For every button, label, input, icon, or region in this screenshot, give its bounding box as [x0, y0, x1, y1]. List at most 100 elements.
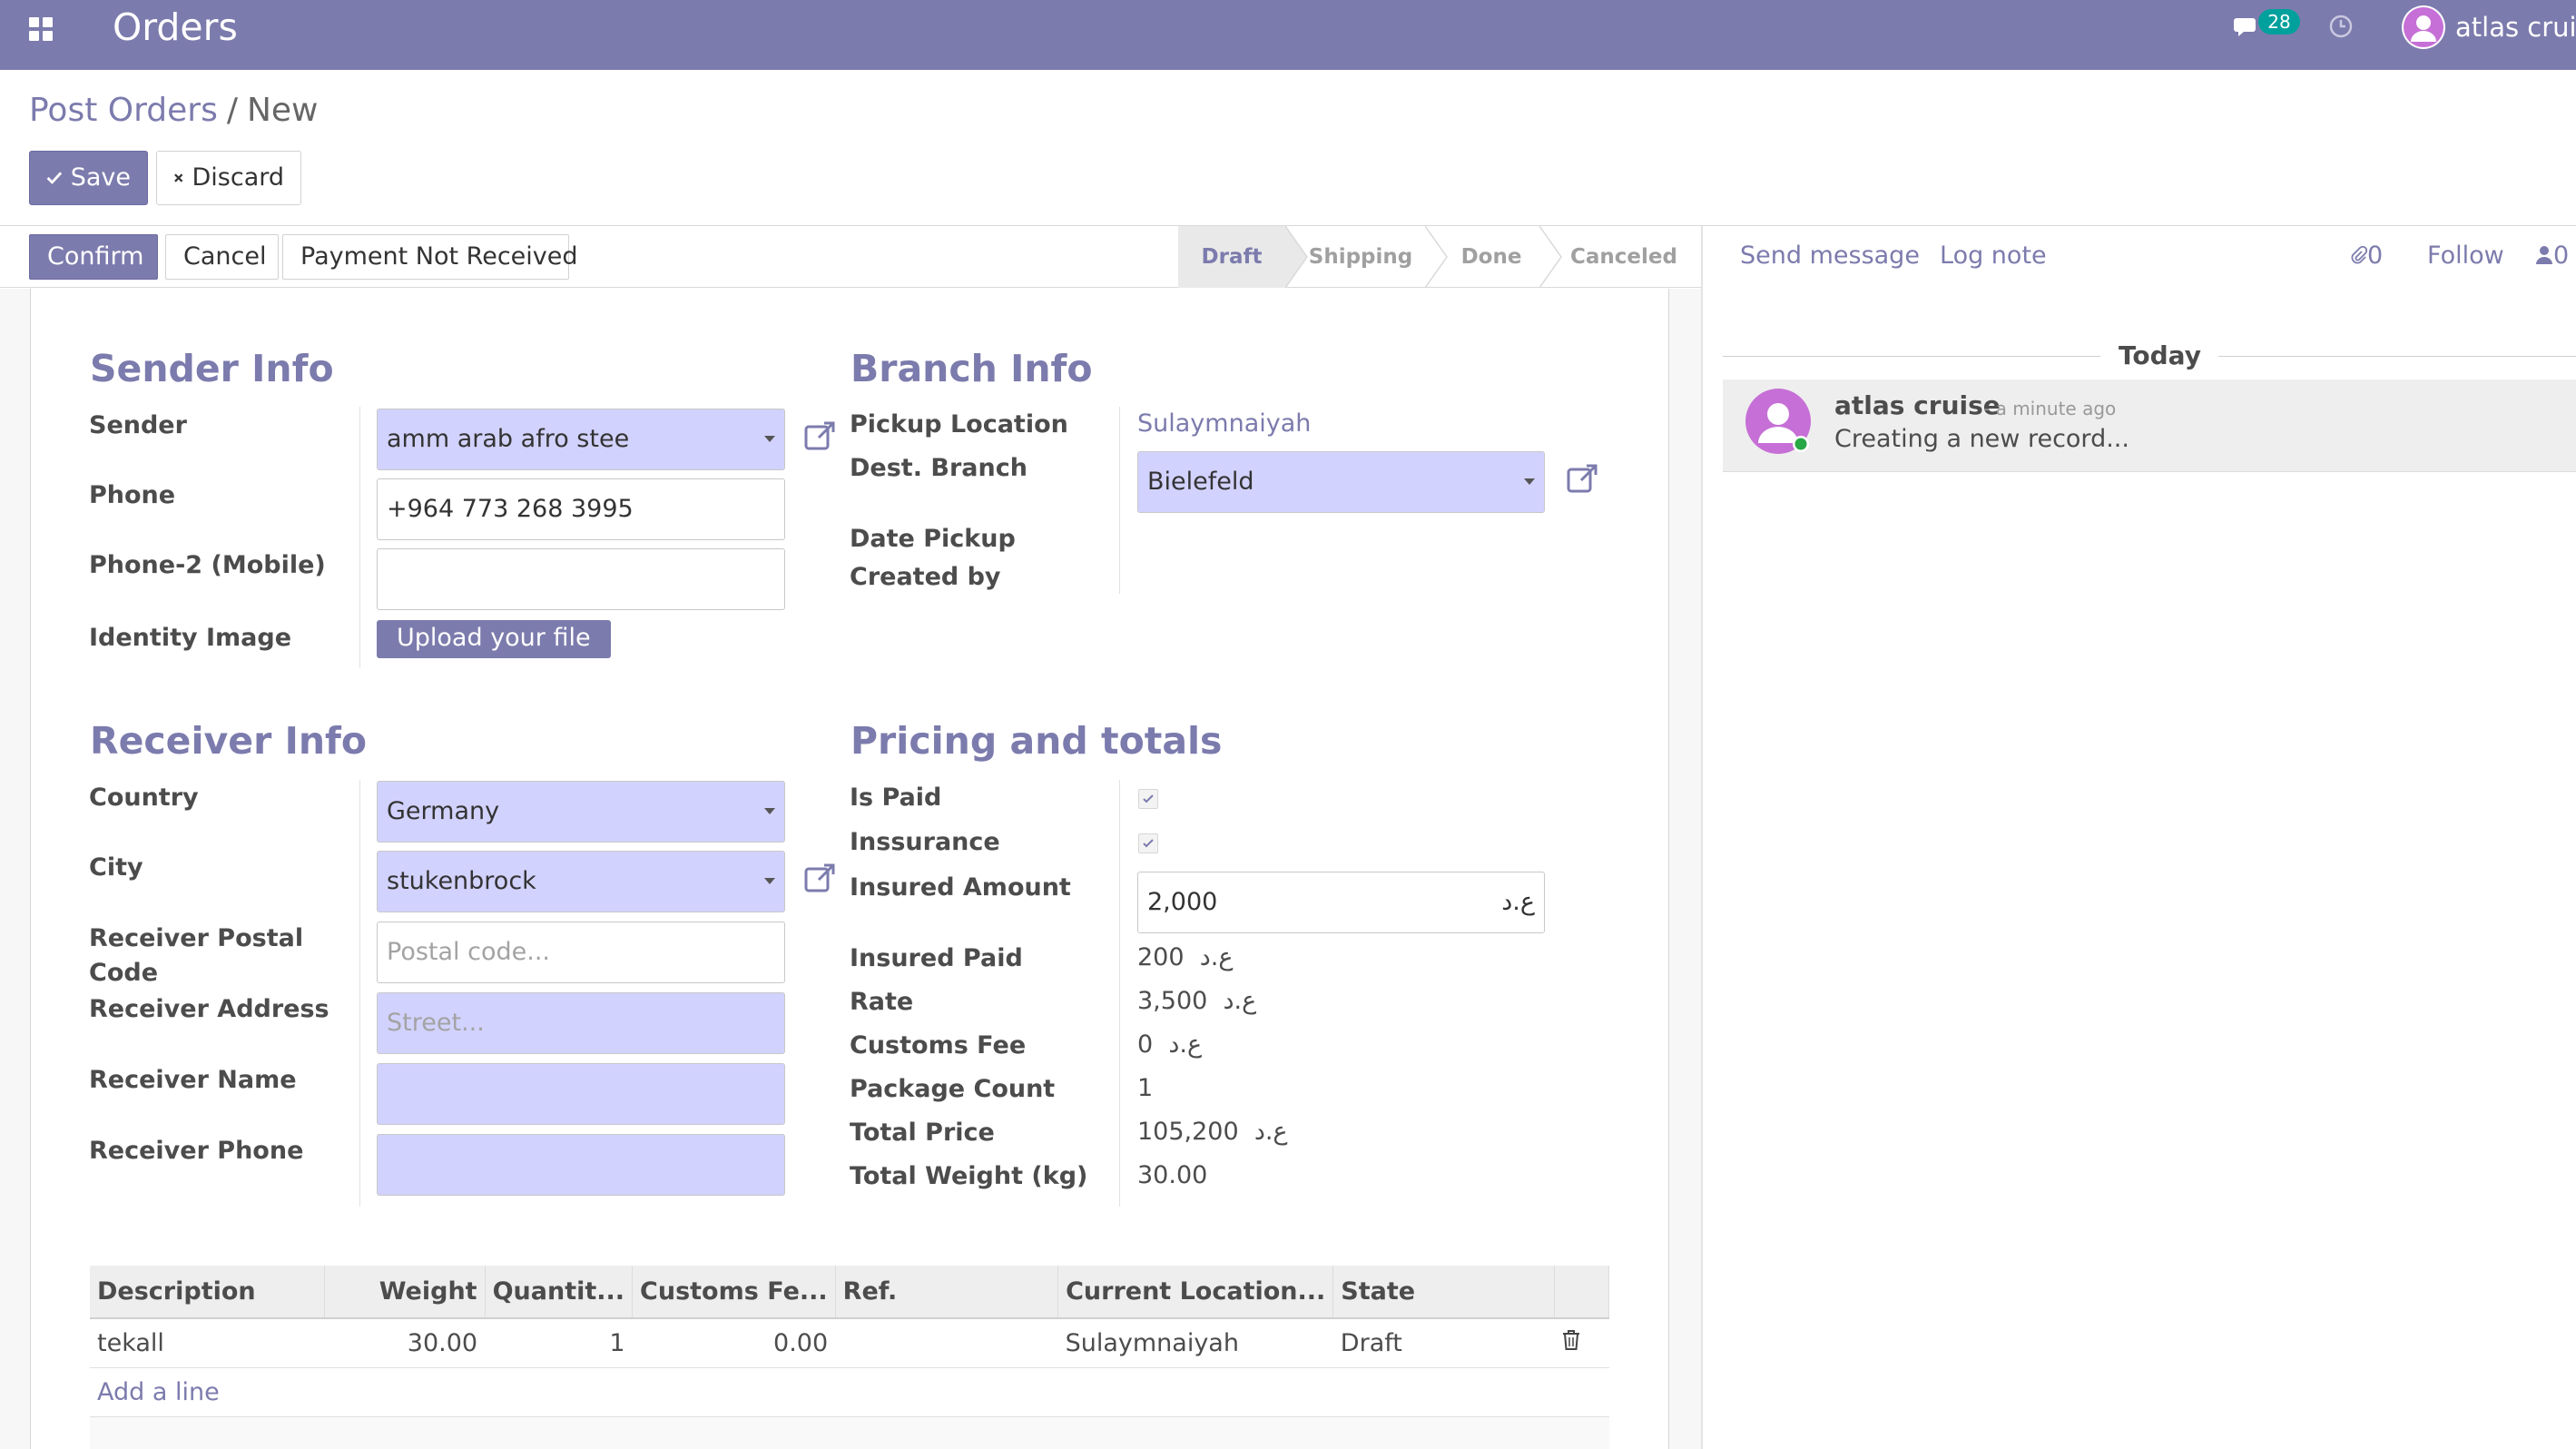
save-button[interactable]: Save — [29, 151, 148, 205]
external-link-icon[interactable] — [1565, 460, 1601, 497]
check-icon — [1143, 794, 1154, 803]
stage-done[interactable]: Done — [1443, 226, 1539, 288]
customs-fee-label: Customs Fee — [850, 1031, 1027, 1060]
insured-paid-label: Insured Paid — [850, 944, 1023, 972]
dest-branch-value: Bielefeld — [1147, 468, 1254, 496]
is-paid-checkbox[interactable] — [1138, 789, 1158, 809]
add-line-link[interactable]: Add a line — [97, 1378, 220, 1406]
message-body: Creating a new record... — [1834, 425, 2129, 453]
upload-file-button[interactable]: Upload your file — [377, 620, 611, 658]
external-link-icon[interactable] — [802, 860, 839, 896]
cell-weight[interactable]: 30.00 — [324, 1318, 486, 1368]
currency-symbol: ع.د — [1199, 943, 1234, 971]
postal-code-label-2: Code — [89, 959, 159, 987]
column-header-weight[interactable]: Weight — [324, 1266, 486, 1319]
cancel-button[interactable]: Cancel — [165, 234, 279, 280]
column-header-customs-fee[interactable]: Customs Fe... — [632, 1266, 836, 1319]
insured-amount-label: Insured Amount — [850, 873, 1071, 902]
stage-canceled[interactable]: Canceled — [1559, 226, 1688, 288]
cell-delete[interactable] — [1554, 1318, 1609, 1368]
phone2-label: Phone-2 (Mobile) — [89, 551, 326, 579]
close-icon — [174, 173, 183, 182]
branch-info-title: Branch Info — [850, 347, 1093, 390]
receiver-address-field[interactable]: Street... — [377, 992, 785, 1054]
total-price-value: 105,200 ع.د — [1137, 1118, 1288, 1146]
message-author-avatar[interactable] — [1745, 389, 1811, 454]
receiver-phone-field[interactable] — [377, 1134, 785, 1196]
phone-field[interactable]: +964 773 268 3995 — [377, 478, 785, 540]
pickup-location-value[interactable]: Sulaymnaiyah — [1137, 407, 1311, 441]
cell-ref[interactable] — [835, 1318, 1058, 1368]
chevron-down-icon — [1524, 478, 1535, 485]
created-by-label: Created by — [850, 563, 1001, 591]
currency-symbol: ع.د — [1168, 1030, 1203, 1059]
followers-button[interactable]: 0 — [2535, 240, 2569, 272]
city-select[interactable]: stukenbrock — [377, 851, 785, 912]
phone2-field[interactable] — [377, 548, 785, 610]
country-select[interactable]: Germany — [377, 781, 785, 843]
log-note-button[interactable]: Log note — [1940, 240, 2047, 272]
postal-code-placeholder: Postal code... — [387, 938, 550, 966]
discard-button[interactable]: Discard — [156, 151, 301, 205]
insured-amount-value: 2,000 — [1147, 888, 1218, 916]
table-header-row: Description Weight Quantit... Customs Fe… — [90, 1266, 1610, 1319]
country-value: Germany — [387, 797, 500, 825]
app-title[interactable]: Orders — [113, 4, 238, 51]
insured-amount-field[interactable]: 2,000 ع.د — [1137, 872, 1545, 933]
chevron-down-icon — [764, 808, 775, 814]
user-icon — [2536, 246, 2552, 264]
receiver-info-title: Receiver Info — [90, 719, 368, 763]
column-header-ref[interactable]: Ref. — [835, 1266, 1059, 1319]
insurance-checkbox[interactable] — [1138, 833, 1158, 853]
sender-value: amm arab afro stee — [387, 425, 630, 453]
statusbar: Confirm Cancel Payment Not Received Draf… — [0, 226, 1701, 288]
cell-customs-fee[interactable]: 0.00 — [632, 1318, 836, 1368]
sender-label: Sender — [89, 411, 187, 439]
phone-value: +964 773 268 3995 — [387, 495, 634, 523]
column-header-description[interactable]: Description — [90, 1266, 326, 1319]
package-count-label: Package Count — [850, 1075, 1056, 1103]
cell-quantity[interactable]: 1 — [485, 1318, 633, 1368]
chat-icon[interactable] — [2233, 13, 2262, 42]
date-separator-line — [2218, 356, 2576, 357]
external-link-icon[interactable] — [802, 418, 839, 454]
dest-branch-select[interactable]: Bielefeld — [1137, 451, 1545, 513]
identity-image-label: Identity Image — [89, 624, 292, 652]
send-message-button[interactable]: Send message — [1740, 240, 1920, 272]
follow-button[interactable]: Follow — [2427, 240, 2504, 272]
group-divider — [359, 407, 360, 668]
column-header-state[interactable]: State — [1332, 1266, 1555, 1319]
activity-clock-icon[interactable] — [2327, 13, 2355, 40]
attachments-button[interactable]: 0 — [2349, 240, 2383, 272]
column-header-current-location[interactable]: Current Location... — [1057, 1266, 1334, 1319]
breadcrumb-parent[interactable]: Post Orders — [29, 92, 218, 129]
breadcrumb-current: New — [246, 92, 319, 129]
stage-shipping[interactable]: Shipping — [1296, 226, 1425, 288]
table-empty-row — [90, 1416, 1609, 1449]
confirm-button[interactable]: Confirm — [29, 234, 158, 280]
user-avatar[interactable] — [2402, 5, 2445, 49]
date-separator-label: Today — [2119, 340, 2201, 370]
receiver-name-field[interactable] — [377, 1063, 785, 1125]
cell-state[interactable]: Draft — [1332, 1318, 1555, 1368]
user-name[interactable]: atlas cruise — [2455, 11, 2576, 44]
group-divider — [1119, 780, 1120, 1207]
city-label: City — [89, 853, 143, 882]
total-price-label: Total Price — [850, 1119, 995, 1147]
payment-not-received-button[interactable]: Payment Not Received — [282, 234, 578, 280]
trash-icon[interactable] — [1561, 1329, 1581, 1351]
sender-select[interactable]: amm arab afro stee — [377, 409, 785, 470]
message-author[interactable]: atlas cruise — [1834, 389, 2001, 422]
column-header-quantity[interactable]: Quantit... — [485, 1266, 634, 1319]
cell-description[interactable]: tekall — [90, 1318, 325, 1368]
table-row[interactable]: tekall 30.00 1 0.00 Sulaymnaiyah Draft — [90, 1318, 1609, 1368]
apps-menu-icon[interactable] — [29, 17, 53, 41]
cell-current-location[interactable]: Sulaymnaiyah — [1057, 1318, 1333, 1368]
pricing-title: Pricing and totals — [850, 719, 1223, 763]
city-value: stukenbrock — [387, 867, 536, 895]
attachments-count: 0 — [2367, 242, 2384, 270]
country-label: Country — [89, 784, 199, 812]
receiver-name-label: Receiver Name — [89, 1066, 297, 1094]
currency-symbol: ع.د — [1223, 987, 1257, 1015]
postal-code-field[interactable]: Postal code... — [377, 922, 785, 983]
